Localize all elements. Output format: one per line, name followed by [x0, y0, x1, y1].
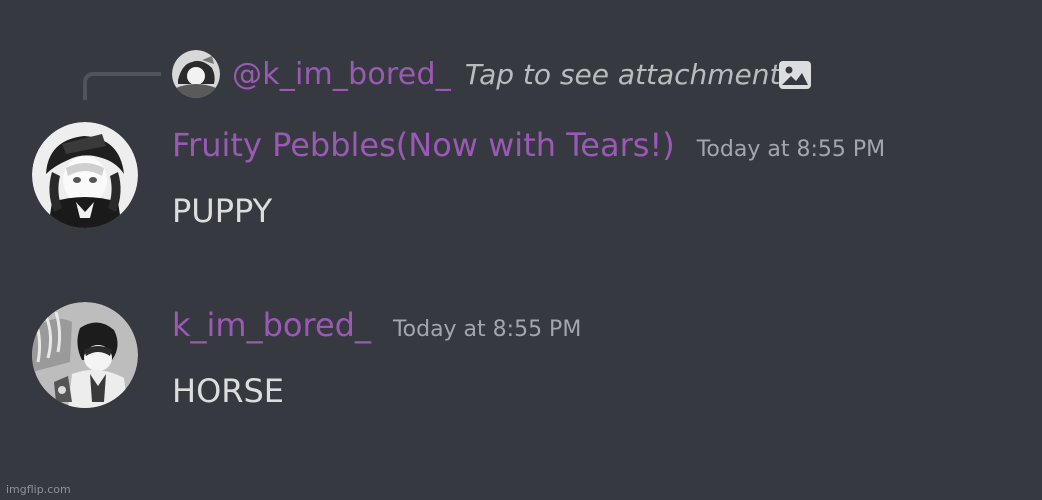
message-content: PUPPY [172, 192, 273, 230]
avatar[interactable] [32, 122, 138, 228]
watermark: imgflip.com [6, 483, 71, 496]
avatar[interactable] [32, 302, 138, 408]
message-content: HORSE [172, 372, 285, 410]
message-header: k_im_bored_ Today at 8:55 PM [172, 306, 581, 344]
message-header: Fruity Pebbles(Now with Tears!) Today at… [172, 126, 885, 164]
reply-avatar[interactable] [172, 50, 220, 98]
username[interactable]: k_im_bored_ [172, 306, 371, 344]
chat-view: @k_im_bored_ Tap to see attachment Fruit… [0, 0, 1042, 500]
timestamp: Today at 8:55 PM [392, 317, 582, 342]
username[interactable]: Fruity Pebbles(Now with Tears!) [172, 126, 675, 164]
reply-preview-text[interactable]: Tap to see attachment [465, 58, 781, 91]
reply-author[interactable]: @k_im_bored_ [232, 57, 451, 92]
image-icon [777, 57, 813, 93]
reply-reference[interactable]: @k_im_bored_ Tap to see attachment [172, 50, 813, 98]
reply-spine [83, 72, 161, 100]
timestamp: Today at 8:55 PM [696, 137, 886, 162]
